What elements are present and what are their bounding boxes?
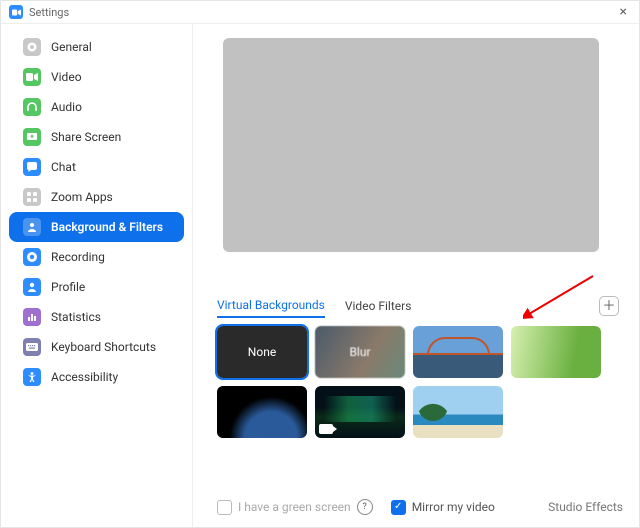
sidebar-item-label: General xyxy=(51,40,92,54)
sidebar-item-keyboard-shortcuts[interactable]: Keyboard Shortcuts xyxy=(9,332,184,362)
sidebar-item-label: Statistics xyxy=(51,310,101,324)
gear-icon xyxy=(23,38,41,56)
mirror-video-checkbox[interactable]: ✓ xyxy=(391,500,406,515)
share-screen-icon xyxy=(23,128,41,146)
sidebar-item-label: Recording xyxy=(51,250,105,264)
sidebar: General Video Audio Share Screen Chat Zo… xyxy=(1,24,193,527)
close-button[interactable]: × xyxy=(616,4,631,20)
bottom-bar: I have a green screen ? ✓ Mirror my vide… xyxy=(217,499,623,519)
background-thumbnails: None Blur xyxy=(217,326,623,446)
thumb-label: Blur xyxy=(349,345,370,359)
headphones-icon xyxy=(23,98,41,116)
thumb-blur[interactable]: Blur xyxy=(315,326,405,378)
sidebar-item-label: Audio xyxy=(51,100,82,114)
video-preview xyxy=(223,38,599,252)
sidebar-item-audio[interactable]: Audio xyxy=(9,92,184,122)
sidebar-item-label: Background & Filters xyxy=(51,220,163,234)
sidebar-item-label: Chat xyxy=(51,160,76,174)
accessibility-icon xyxy=(23,368,41,386)
tab-video-filters[interactable]: Video Filters xyxy=(345,295,412,317)
sidebar-item-label: Video xyxy=(51,70,82,84)
sidebar-item-label: Zoom Apps xyxy=(51,190,113,204)
sidebar-item-label: Keyboard Shortcuts xyxy=(51,340,156,354)
sidebar-item-label: Accessibility xyxy=(51,370,118,384)
settings-window: Settings × General Video Audio Share Scr… xyxy=(0,0,640,528)
titlebar: Settings × xyxy=(1,1,639,24)
thumb-row: None Blur xyxy=(217,326,623,378)
sidebar-item-share-screen[interactable]: Share Screen xyxy=(9,122,184,152)
window-title: Settings xyxy=(29,6,69,19)
tabs-row: Virtual Backgrounds Video Filters ＋ xyxy=(217,294,623,318)
sidebar-item-accessibility[interactable]: Accessibility xyxy=(9,362,184,392)
sidebar-item-label: Profile xyxy=(51,280,85,294)
green-screen-label: I have a green screen xyxy=(238,500,351,514)
thumb-row xyxy=(217,386,623,438)
thumb-grass[interactable] xyxy=(511,326,601,378)
sidebar-item-video[interactable]: Video xyxy=(9,62,184,92)
sidebar-item-background-filters[interactable]: Background & Filters xyxy=(9,212,184,242)
thumb-earth[interactable] xyxy=(217,386,307,438)
stats-icon xyxy=(23,308,41,326)
green-screen-checkbox[interactable] xyxy=(217,500,232,515)
video-badge-icon xyxy=(319,424,333,434)
thumb-aurora[interactable] xyxy=(315,386,405,438)
window-body: General Video Audio Share Screen Chat Zo… xyxy=(1,24,639,527)
sidebar-item-label: Share Screen xyxy=(51,130,121,144)
add-background-button[interactable]: ＋ xyxy=(599,296,619,316)
tab-virtual-backgrounds[interactable]: Virtual Backgrounds xyxy=(217,294,325,318)
keyboard-icon xyxy=(23,338,41,356)
background-icon xyxy=(23,218,41,236)
sidebar-item-zoom-apps[interactable]: Zoom Apps xyxy=(9,182,184,212)
thumb-beach[interactable] xyxy=(413,386,503,438)
help-icon[interactable]: ? xyxy=(357,499,373,515)
apps-icon xyxy=(23,188,41,206)
mirror-video-label: Mirror my video xyxy=(412,500,495,514)
sidebar-item-chat[interactable]: Chat xyxy=(9,152,184,182)
content-pane: Virtual Backgrounds Video Filters ＋ None… xyxy=(193,24,639,527)
video-icon xyxy=(23,68,41,86)
chat-icon xyxy=(23,158,41,176)
app-icon xyxy=(9,5,23,19)
thumb-bridge[interactable] xyxy=(413,326,503,378)
sidebar-item-general[interactable]: General xyxy=(9,32,184,62)
sidebar-item-recording[interactable]: Recording xyxy=(9,242,184,272)
thumb-none[interactable]: None xyxy=(217,326,307,378)
studio-effects-link[interactable]: Studio Effects xyxy=(548,500,623,514)
sidebar-item-statistics[interactable]: Statistics xyxy=(9,302,184,332)
sidebar-item-profile[interactable]: Profile xyxy=(9,272,184,302)
profile-icon xyxy=(23,278,41,296)
thumb-label: None xyxy=(248,345,276,359)
record-icon xyxy=(23,248,41,266)
